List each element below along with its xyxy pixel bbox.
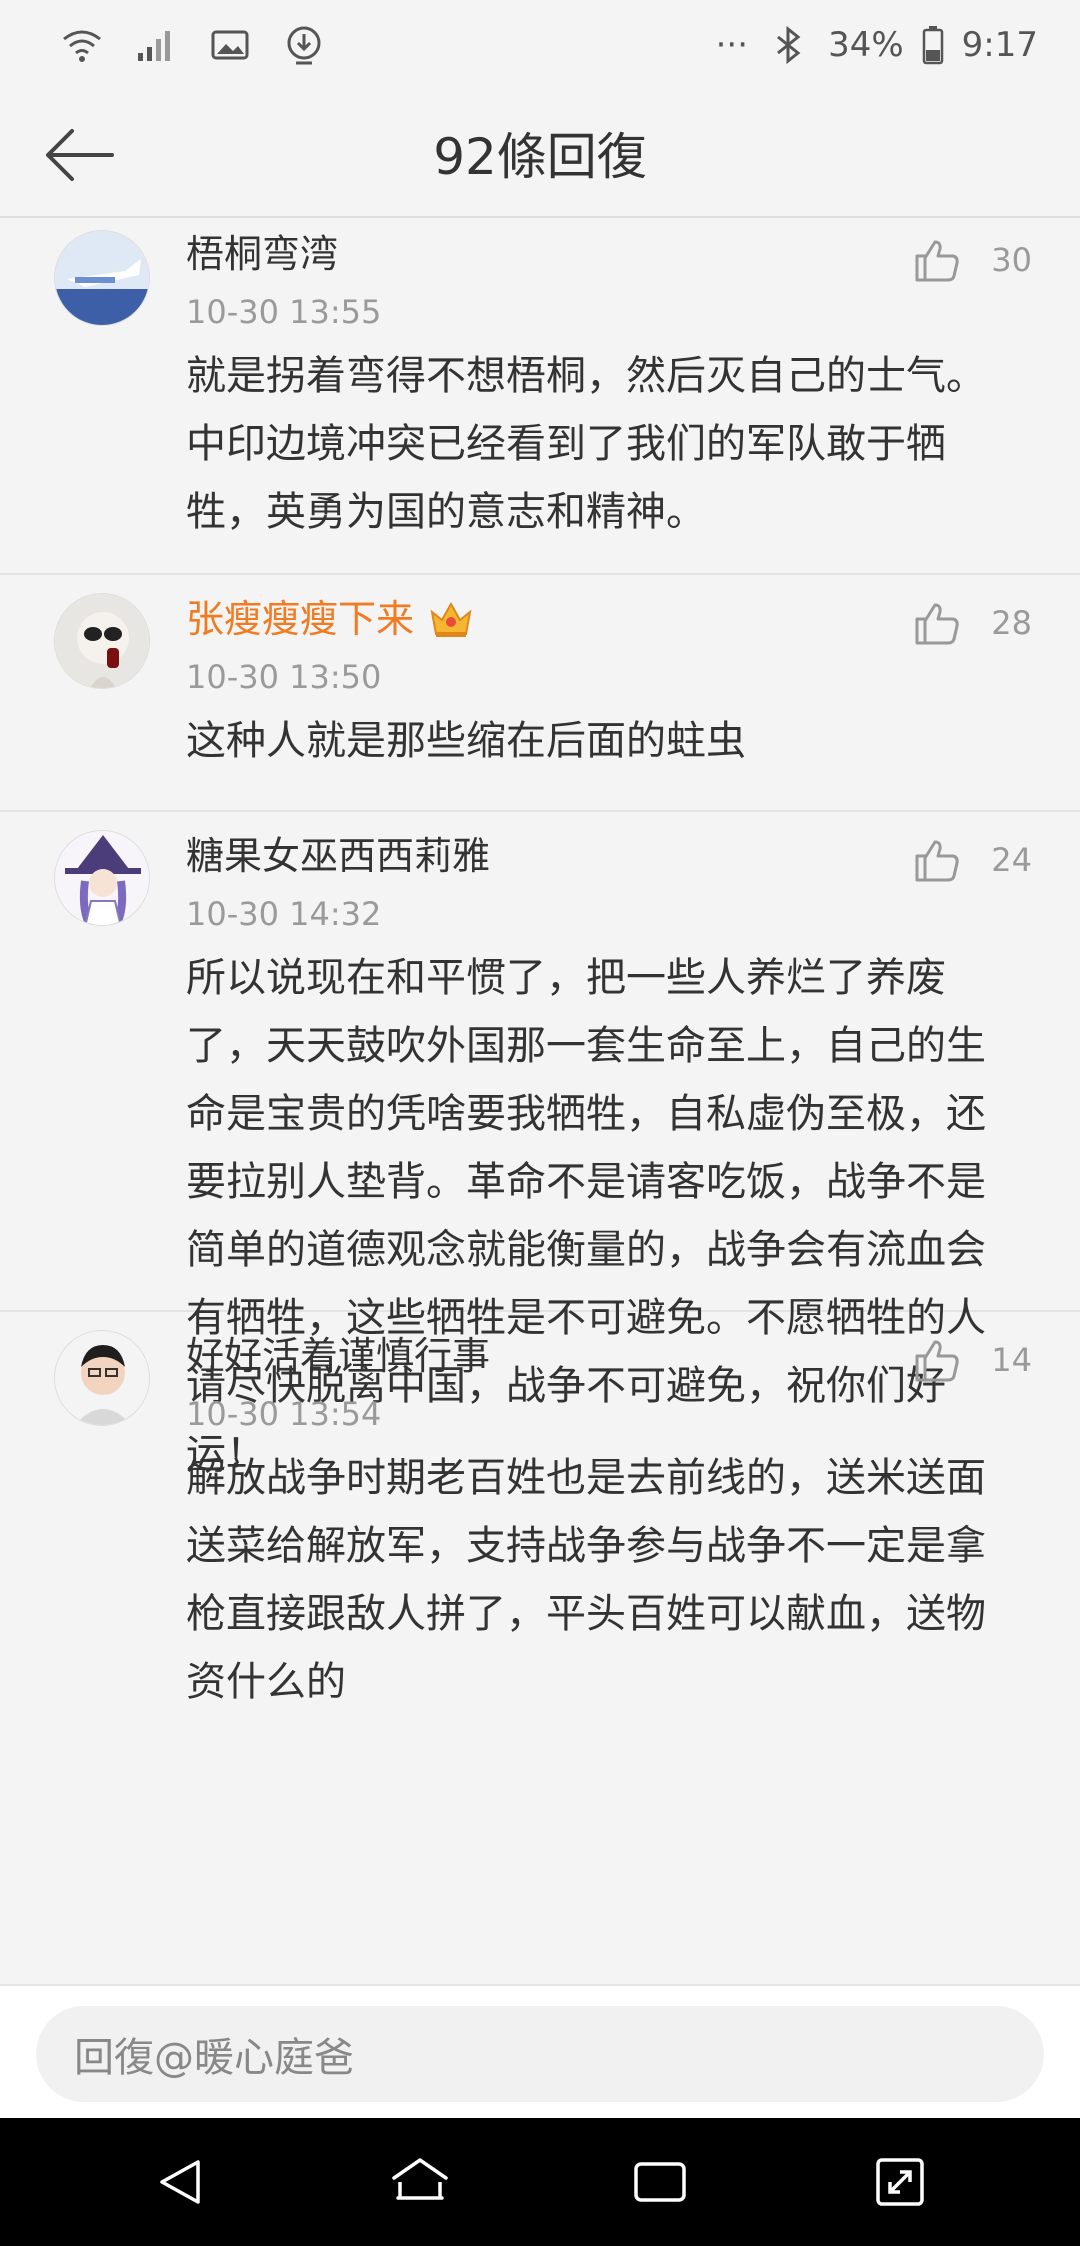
page-title: 92條回復 bbox=[433, 128, 647, 186]
download-icon bbox=[282, 23, 326, 67]
comment-time: 10-30 14:32 bbox=[186, 895, 382, 933]
comment-item[interactable]: 张瘦瘦瘦下来 10-30 13:50 这种人就是那些缩在后面的蛀虫 28 bbox=[0, 575, 1080, 812]
clock: 9:17 bbox=[961, 25, 1038, 65]
navigation-bar bbox=[0, 2118, 1080, 2246]
comment-author[interactable]: 梧桐弯湾 bbox=[186, 232, 1032, 276]
recents-icon bbox=[634, 2162, 686, 2202]
reply-input[interactable]: 回復@暖心庭爸 bbox=[36, 2006, 1044, 2102]
signal-icon bbox=[134, 23, 178, 67]
like-button[interactable]: 14 bbox=[913, 1336, 1032, 1384]
comment-time: 10-30 13:50 bbox=[186, 658, 382, 696]
nav-back-button[interactable] bbox=[140, 2142, 220, 2222]
comment-time: 10-30 13:55 bbox=[186, 293, 382, 331]
image-icon bbox=[208, 23, 252, 67]
like-count: 14 bbox=[991, 1341, 1032, 1379]
comment-author[interactable]: 好好活着谨慎行事 bbox=[186, 1334, 1032, 1378]
like-count: 24 bbox=[991, 841, 1032, 879]
like-button[interactable]: 24 bbox=[913, 836, 1032, 884]
comment-item[interactable]: 糖果女巫西西莉雅 10-30 14:32 所以说现在和平惯了，把一些人养烂了养废… bbox=[0, 812, 1080, 1477]
back-arrow-icon bbox=[46, 129, 114, 181]
nav-expand-button[interactable] bbox=[860, 2142, 940, 2222]
nav-home-button[interactable] bbox=[380, 2142, 460, 2222]
back-button[interactable] bbox=[40, 120, 120, 190]
expand-icon bbox=[876, 2158, 924, 2206]
comment-item[interactable]: 好好活着谨慎行事 10-30 13:54 解放战争时期老百姓也是去前线的，送米送… bbox=[0, 1312, 1080, 1724]
comment-text: 就是拐着弯得不想梧桐，然后灭自己的士气。中印边境冲突已经看到了我们的军队敢于牺牲… bbox=[186, 353, 986, 535]
wifi-icon bbox=[60, 23, 104, 67]
like-button[interactable]: 28 bbox=[913, 599, 1032, 647]
battery-percent: 34% bbox=[828, 25, 904, 65]
home-icon bbox=[392, 2158, 448, 2200]
comment-item[interactable]: 梧桐弯湾 10-30 13:55 就是拐着弯得不想梧桐，然后灭自己的士气。中印边… bbox=[0, 218, 1080, 575]
comment-author[interactable]: 糖果女巫西西莉雅 bbox=[186, 834, 1032, 878]
avatar[interactable] bbox=[54, 593, 150, 689]
avatar[interactable] bbox=[54, 1330, 150, 1426]
comment-text: 这种人就是那些缩在后面的蛀虫 bbox=[186, 718, 746, 764]
comment-text: 解放战争时期老百姓也是去前线的，送米送面送菜给解放军，支持战争参与战争不一定是拿… bbox=[186, 1455, 986, 1705]
nav-recents-button[interactable] bbox=[620, 2142, 700, 2222]
like-button[interactable]: 30 bbox=[913, 236, 1032, 284]
like-count: 28 bbox=[991, 604, 1032, 642]
header: 92條回復 bbox=[0, 90, 1080, 218]
thumbs-up-icon bbox=[915, 240, 959, 282]
nav-back-icon bbox=[160, 2160, 200, 2204]
crown-badge-icon bbox=[430, 601, 472, 637]
status-bar: ··· 34% 9:17 bbox=[0, 0, 1080, 90]
thumbs-up-icon bbox=[915, 1340, 959, 1382]
bluetooth-icon bbox=[766, 23, 810, 67]
status-left-icons bbox=[60, 23, 326, 67]
comment-author[interactable]: 张瘦瘦瘦下来 bbox=[186, 597, 1032, 641]
battery-icon bbox=[922, 23, 944, 67]
avatar[interactable] bbox=[54, 830, 150, 926]
comment-list[interactable]: 梧桐弯湾 10-30 13:55 就是拐着弯得不想梧桐，然后灭自己的士气。中印边… bbox=[0, 218, 1080, 1724]
like-count: 30 bbox=[991, 241, 1032, 279]
thumbs-up-icon bbox=[915, 603, 959, 645]
status-right-icons: ··· 34% 9:17 bbox=[716, 23, 1038, 67]
more-indicator: ··· bbox=[715, 25, 749, 65]
reply-bar: 回復@暖心庭爸 bbox=[0, 1984, 1080, 2118]
comment-time: 10-30 13:54 bbox=[186, 1395, 382, 1433]
thumbs-up-icon bbox=[915, 840, 959, 882]
avatar[interactable] bbox=[54, 230, 150, 326]
